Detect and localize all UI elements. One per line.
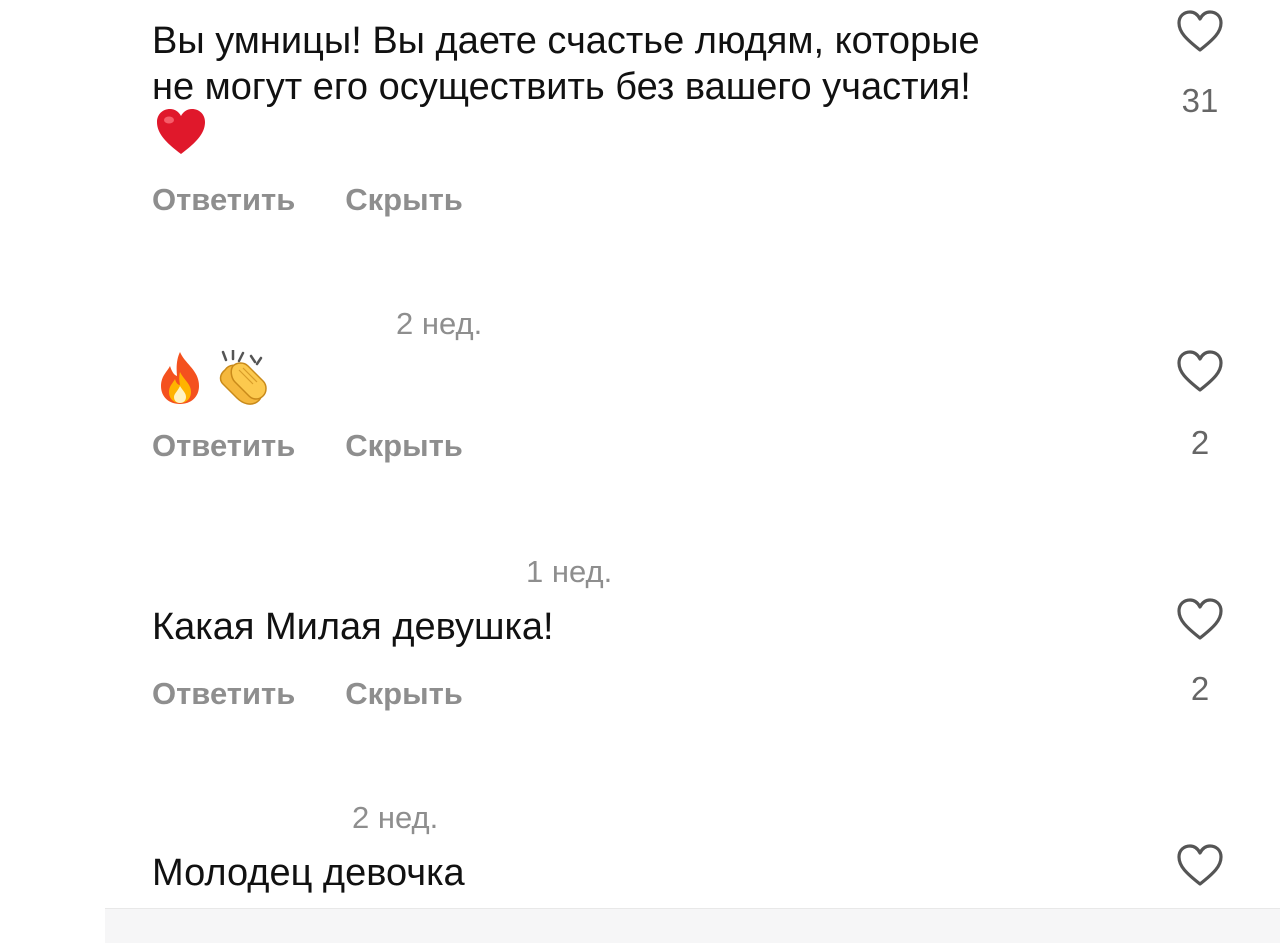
comment-actions: Ответить Скрыть — [152, 676, 463, 712]
like-count: 2 — [1190, 670, 1210, 707]
comment-emoji — [155, 108, 207, 161]
like-button[interactable] — [1170, 348, 1230, 394]
heart-outline-icon — [1177, 598, 1223, 640]
like-button[interactable] — [1170, 8, 1230, 54]
comment-actions: Ответить Скрыть — [152, 428, 463, 464]
like-button[interactable] — [1170, 596, 1230, 642]
fire-icon — [157, 350, 203, 411]
heart-outline-icon — [1177, 10, 1223, 52]
like-count: 2 — [1190, 424, 1210, 461]
reply-button[interactable]: Ответить — [152, 182, 295, 218]
comment-emoji — [157, 348, 269, 411]
comment-time: 1 нед. — [526, 554, 613, 589]
hide-button[interactable]: Скрыть — [345, 428, 463, 464]
hide-button[interactable]: Скрыть — [345, 182, 463, 218]
comment-time: 2 нед. — [396, 306, 483, 341]
like-button[interactable] — [1170, 842, 1230, 888]
heart-outline-icon — [1177, 844, 1223, 886]
heart-outline-icon — [1177, 350, 1223, 392]
comment-text: Какая Милая девушка! — [152, 606, 554, 648]
reply-button[interactable]: Ответить — [152, 428, 295, 464]
reply-button[interactable]: Ответить — [152, 676, 295, 712]
like-count: 31 — [1181, 82, 1219, 119]
hide-button[interactable]: Скрыть — [345, 676, 463, 712]
clapping-hands-icon — [211, 348, 269, 411]
bottom-bar — [105, 908, 1280, 943]
red-heart-icon — [155, 108, 207, 161]
comment-text: Молодец девочка — [152, 852, 465, 894]
comment-time: 2 нед. — [352, 800, 439, 835]
comment-actions: Ответить Скрыть — [152, 182, 463, 218]
comment-text: Вы умницы! Вы даете счастье людям, котор… — [152, 20, 980, 108]
